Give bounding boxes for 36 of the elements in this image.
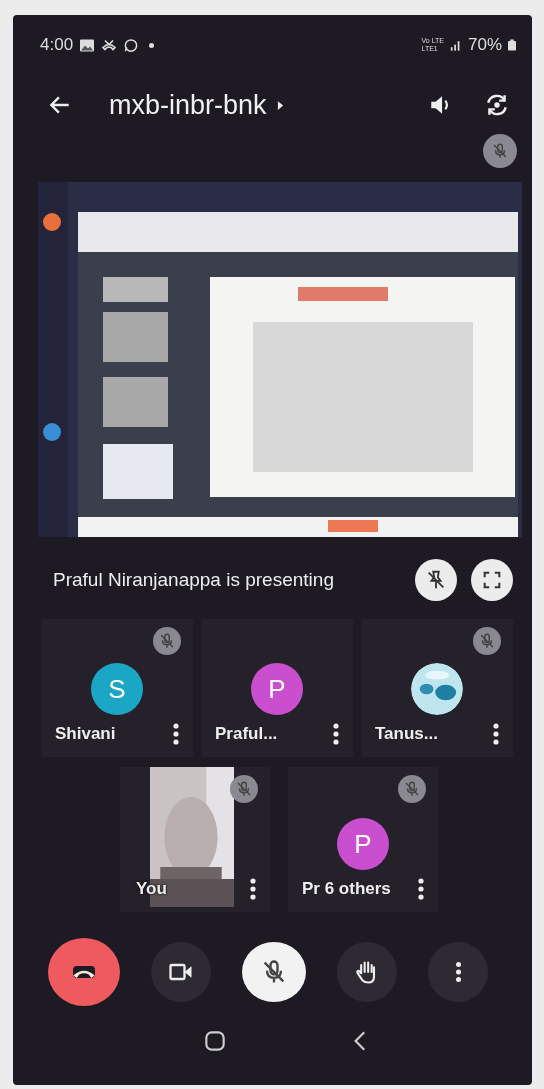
battery-icon	[508, 39, 516, 51]
switch-camera-icon[interactable]	[484, 92, 510, 118]
participant-tile[interactable]: P Pr 6 others	[288, 767, 438, 912]
meeting-title[interactable]: mxb-inbr-bnk	[109, 89, 267, 121]
participant-name: Shivani	[55, 724, 117, 744]
fullscreen-icon	[481, 569, 503, 591]
participant-name: Pr 6 others	[302, 879, 392, 899]
caret-icon[interactable]	[276, 99, 284, 111]
unpin-button[interactable]	[415, 559, 457, 601]
more-options-icon	[455, 962, 461, 982]
avatar: P	[337, 818, 389, 870]
participant-tile[interactable]: P Praful...	[201, 619, 353, 757]
participant-tile[interactable]: Tanus...	[361, 619, 513, 757]
signal-icon	[449, 39, 462, 51]
fullscreen-button[interactable]	[471, 559, 513, 601]
participant-tile[interactable]: You	[120, 767, 270, 912]
more-options-icon[interactable]	[333, 723, 339, 745]
missed-call-icon	[101, 37, 118, 53]
avatar: S	[91, 663, 143, 715]
notification-dot	[149, 42, 155, 48]
more-options-icon[interactable]	[493, 723, 499, 745]
status-time: 4:00	[40, 35, 74, 55]
avatar: P	[251, 663, 303, 715]
unpin-icon	[425, 569, 447, 591]
participant-name: You	[135, 879, 168, 899]
participant-name: Tanus...	[375, 724, 439, 744]
presenting-caption: Praful Niranjanappa is presenting	[53, 569, 334, 591]
more-options-icon[interactable]	[173, 723, 179, 745]
battery-level: 70%	[467, 35, 502, 55]
chat-icon	[123, 37, 140, 53]
participant-tile[interactable]: S Shivani	[41, 619, 193, 757]
participant-name: Praful...	[215, 724, 279, 744]
phone-icon	[73, 966, 95, 978]
more-options-icon[interactable]	[418, 878, 424, 900]
image-icon	[79, 37, 96, 53]
more-options-icon[interactable]	[250, 878, 256, 900]
